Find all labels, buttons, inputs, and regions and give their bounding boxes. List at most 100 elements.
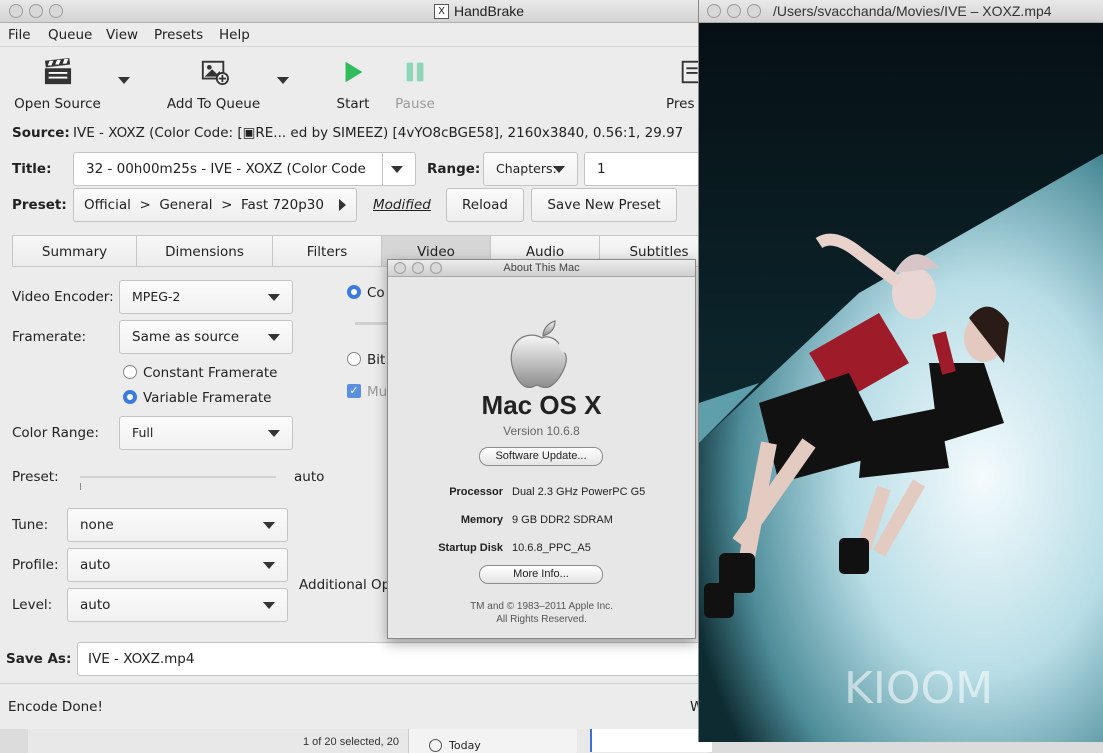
open-source-button[interactable]: Open Source — [10, 58, 105, 112]
title-select[interactable]: 32 - 00h00m25s - IVE - XOXZ (Color Code — [73, 152, 416, 186]
tune-select[interactable]: none — [67, 508, 288, 542]
level-select[interactable]: auto — [67, 588, 288, 622]
variable-framerate-label: Variable Framerate — [143, 390, 272, 406]
player-minimize-button[interactable] — [727, 4, 741, 18]
constant-framerate-radio[interactable] — [123, 365, 137, 379]
open-source-dropdown-arrow[interactable] — [118, 77, 130, 84]
profile-select[interactable]: auto — [67, 548, 288, 582]
apple-logo-icon — [510, 320, 575, 388]
chevron-down-icon — [263, 602, 275, 609]
clapperboard-icon — [44, 58, 71, 85]
handbrake-titlebar: X HandBrake — [0, 0, 698, 23]
menu-help[interactable]: Help — [219, 27, 250, 43]
menu-view[interactable]: View — [106, 27, 138, 43]
tab-filters[interactable]: Filters — [272, 235, 382, 267]
player-titlebar: /Users/svacchanda/Movies/IVE – XOXZ.mp4 — [699, 0, 1103, 23]
chevron-down-icon — [268, 294, 280, 301]
framerate-value: Same as source — [132, 329, 240, 345]
pause-icon — [406, 62, 424, 82]
player-zoom-button[interactable] — [747, 4, 761, 18]
video-frame[interactable]: KIOOM — [699, 23, 1103, 742]
range-mode-select[interactable]: Chapters: — [483, 152, 578, 186]
copyright-line-2: All Rights Reserved. — [496, 614, 587, 625]
framerate-label: Framerate: — [12, 329, 87, 345]
tab-dimensions[interactable]: Dimensions — [136, 235, 273, 267]
constant-quality-label: Co — [367, 285, 385, 301]
menu-file[interactable]: File — [8, 27, 31, 43]
profile-value: auto — [80, 557, 111, 573]
chevron-down-icon — [268, 334, 280, 341]
constant-quality-radio[interactable] — [347, 285, 361, 299]
add-to-queue-label: Add To Queue — [166, 96, 261, 112]
maximize-window-button[interactable] — [49, 4, 63, 18]
bitrate-label: Bit — [367, 352, 386, 368]
title-label: Title: — [12, 161, 52, 177]
video-encoder-value: MPEG-2 — [132, 289, 181, 304]
close-window-button[interactable] — [9, 4, 23, 18]
framerate-select[interactable]: Same as source — [119, 320, 293, 354]
encoder-preset-label: Preset: — [12, 469, 59, 485]
encoder-preset-slider[interactable] — [80, 476, 276, 478]
menu-queue[interactable]: Queue — [48, 27, 92, 43]
save-new-preset-button[interactable]: Save New Preset — [531, 188, 677, 222]
tune-label: Tune: — [12, 517, 49, 533]
title-select-value: 32 - 00h00m25s - IVE - XOXZ (Color Code — [86, 161, 366, 177]
divider — [382, 153, 383, 185]
profile-label: Profile: — [12, 557, 59, 573]
open-source-label: Open Source — [14, 96, 101, 112]
preset-selector[interactable]: Official > General > Fast 720p30 — [73, 188, 357, 222]
menu-presets[interactable]: Presets — [154, 27, 203, 43]
start-button[interactable]: Start — [330, 58, 376, 112]
processor-label: Processor — [449, 486, 503, 498]
clock-icon — [429, 739, 442, 752]
range-start-field[interactable]: 1 — [584, 152, 704, 186]
save-as-label: Save As: — [6, 651, 72, 667]
pause-button[interactable]: Pause — [392, 58, 438, 112]
tune-value: none — [80, 517, 114, 533]
modified-link[interactable]: Modified — [373, 197, 431, 213]
add-to-queue-dropdown-arrow[interactable] — [277, 77, 289, 84]
start-label: Start — [336, 96, 370, 112]
x11-icon: X — [434, 4, 449, 19]
about-titlebar: About This Mac — [388, 260, 695, 277]
copyright-line-1: TM and © 1983–2011 Apple Inc. — [470, 601, 613, 612]
about-window-title: About This Mac — [503, 262, 580, 274]
finder-status-text: 1 of 20 selected, 20 — [303, 736, 400, 748]
range-start-value: 1 — [597, 161, 606, 177]
about-this-mac-window: About This Mac Mac OS X Version 10.6.8 S… — [387, 259, 696, 639]
multipass-checkbox[interactable]: ✓ — [347, 384, 361, 398]
minimize-window-button[interactable] — [29, 4, 43, 18]
preset-path: Official > General > Fast 720p30 — [84, 197, 324, 213]
reload-button[interactable]: Reload — [446, 188, 524, 222]
variable-framerate-radio[interactable] — [123, 390, 137, 404]
constant-framerate-label: Constant Framerate — [143, 365, 278, 381]
finder-sidebar-item-today[interactable]: Today — [449, 739, 481, 752]
add-queue-icon — [201, 60, 229, 86]
player-close-button[interactable] — [707, 4, 721, 18]
slider-tick — [80, 483, 81, 490]
add-to-queue-button[interactable]: Add To Queue — [166, 58, 261, 112]
video-encoder-select[interactable]: MPEG-2 — [119, 280, 293, 314]
software-update-button[interactable]: Software Update... — [479, 447, 603, 466]
save-as-field[interactable]: IVE - XOXZ.mp4 — [77, 642, 707, 676]
window-title: HandBrake — [454, 3, 525, 19]
chevron-down-icon — [391, 166, 403, 173]
encoder-preset-value: auto — [294, 469, 325, 485]
save-as-value: IVE - XOXZ.mp4 — [88, 651, 195, 667]
chevron-right-icon — [339, 199, 346, 211]
video-encoder-label: Video Encoder: — [12, 289, 114, 305]
tab-summary[interactable]: Summary — [12, 235, 137, 267]
color-range-value: Full — [132, 425, 154, 440]
bitrate-radio[interactable] — [347, 352, 361, 366]
quality-slider[interactable] — [355, 322, 387, 325]
play-icon — [345, 61, 363, 83]
range-label: Range: — [427, 161, 481, 177]
chevron-down-icon — [263, 562, 275, 569]
memory-value: 9 GB DDR2 SDRAM — [512, 514, 613, 526]
processor-value: Dual 2.3 GHz PowerPC G5 — [512, 486, 646, 498]
source-info: IVE - XOXZ (Color Code: [▣RE... ed by SI… — [73, 125, 684, 141]
menu-bar: File Queue View Presets Help — [0, 23, 698, 47]
more-info-button[interactable]: More Info... — [479, 565, 603, 584]
memory-label: Memory — [460, 514, 503, 526]
color-range-select[interactable]: Full — [119, 416, 293, 450]
